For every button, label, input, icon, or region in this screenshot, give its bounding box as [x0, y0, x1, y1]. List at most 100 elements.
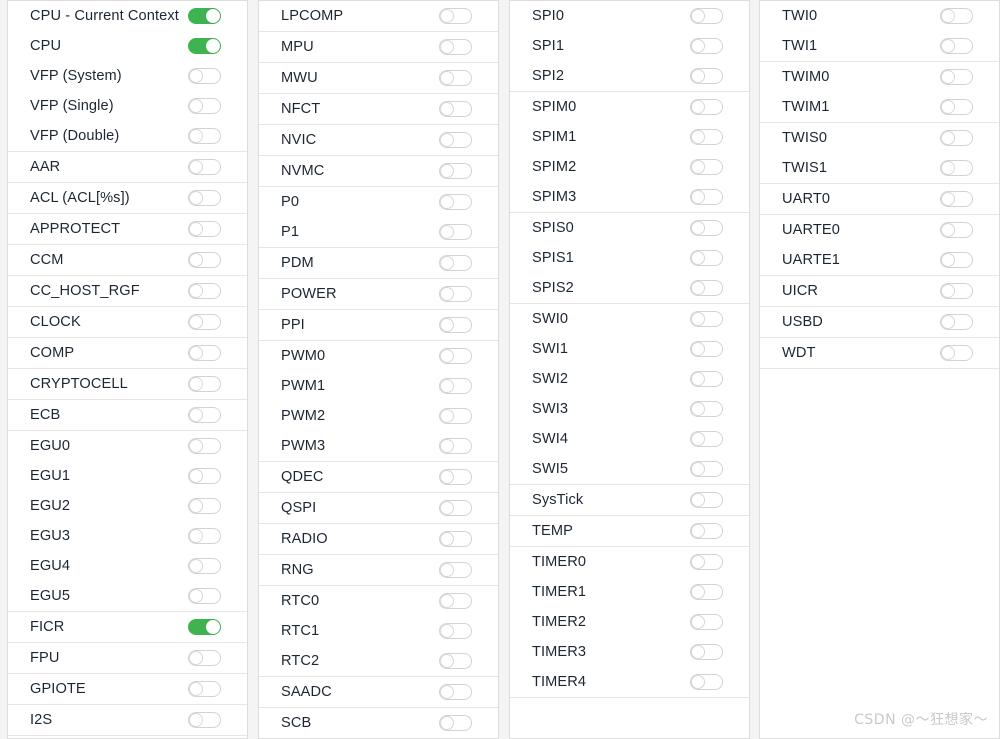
peripheral-toggle-row[interactable]: GPIOTE: [8, 674, 247, 704]
peripheral-toggle-row[interactable]: NFCT: [259, 94, 498, 124]
peripheral-toggle-row[interactable]: PWM3: [259, 431, 498, 461]
toggle-switch-icon[interactable]: [690, 644, 723, 660]
peripheral-toggle-row[interactable]: FICR: [8, 612, 247, 642]
toggle-switch-icon[interactable]: [188, 681, 221, 697]
peripheral-toggle-row[interactable]: SPIM1: [510, 122, 749, 152]
peripheral-toggle-row[interactable]: SWI4: [510, 424, 749, 454]
toggle-switch-icon[interactable]: [690, 280, 723, 296]
toggle-switch-icon[interactable]: [188, 619, 221, 635]
toggle-switch-icon[interactable]: [690, 674, 723, 690]
toggle-switch-icon[interactable]: [439, 623, 472, 639]
toggle-switch-icon[interactable]: [690, 614, 723, 630]
toggle-switch-icon[interactable]: [188, 38, 221, 54]
peripheral-toggle-row[interactable]: SWI0: [510, 304, 749, 334]
toggle-switch-icon[interactable]: [188, 159, 221, 175]
toggle-switch-icon[interactable]: [439, 8, 472, 24]
toggle-switch-icon[interactable]: [940, 191, 973, 207]
toggle-switch-icon[interactable]: [690, 99, 723, 115]
peripheral-toggle-row[interactable]: ECB: [8, 400, 247, 430]
toggle-switch-icon[interactable]: [188, 252, 221, 268]
toggle-switch-icon[interactable]: [940, 8, 973, 24]
peripheral-toggle-row[interactable]: SPI0: [510, 1, 749, 31]
peripheral-toggle-row[interactable]: VFP (Double): [8, 121, 247, 151]
toggle-switch-icon[interactable]: [439, 255, 472, 271]
toggle-switch-icon[interactable]: [690, 129, 723, 145]
peripheral-toggle-row[interactable]: QDEC: [259, 462, 498, 492]
peripheral-toggle-row[interactable]: SWI2: [510, 364, 749, 394]
peripheral-toggle-row[interactable]: PWM2: [259, 401, 498, 431]
toggle-switch-icon[interactable]: [439, 286, 472, 302]
toggle-switch-icon[interactable]: [690, 220, 723, 236]
peripheral-toggle-row[interactable]: TIMER1: [510, 577, 749, 607]
peripheral-toggle-row[interactable]: UARTE1: [760, 245, 999, 275]
peripheral-toggle-row[interactable]: TWIM0: [760, 62, 999, 92]
toggle-switch-icon[interactable]: [439, 317, 472, 333]
peripheral-toggle-row[interactable]: FPU: [8, 643, 247, 673]
toggle-switch-icon[interactable]: [188, 498, 221, 514]
peripheral-toggle-row[interactable]: UARTE0: [760, 215, 999, 245]
toggle-switch-icon[interactable]: [188, 650, 221, 666]
peripheral-toggle-row[interactable]: RTC0: [259, 586, 498, 616]
peripheral-toggle-row[interactable]: SCB: [259, 708, 498, 738]
toggle-switch-icon[interactable]: [188, 712, 221, 728]
peripheral-toggle-row[interactable]: SWI1: [510, 334, 749, 364]
toggle-switch-icon[interactable]: [690, 401, 723, 417]
peripheral-toggle-row[interactable]: EGU0: [8, 431, 247, 461]
toggle-switch-icon[interactable]: [188, 468, 221, 484]
toggle-switch-icon[interactable]: [940, 69, 973, 85]
peripheral-toggle-row[interactable]: SPIS2: [510, 273, 749, 303]
peripheral-toggle-row[interactable]: COMP: [8, 338, 247, 368]
toggle-switch-icon[interactable]: [940, 130, 973, 146]
toggle-switch-icon[interactable]: [188, 407, 221, 423]
peripheral-toggle-row[interactable]: TIMER4: [510, 667, 749, 697]
toggle-switch-icon[interactable]: [439, 500, 472, 516]
peripheral-toggle-row[interactable]: PPI: [259, 310, 498, 340]
peripheral-toggle-row[interactable]: SAADC: [259, 677, 498, 707]
peripheral-toggle-row[interactable]: SPIM2: [510, 152, 749, 182]
toggle-switch-icon[interactable]: [690, 8, 723, 24]
toggle-switch-icon[interactable]: [188, 68, 221, 84]
toggle-switch-icon[interactable]: [188, 345, 221, 361]
toggle-switch-icon[interactable]: [188, 588, 221, 604]
toggle-switch-icon[interactable]: [690, 250, 723, 266]
peripheral-toggle-row[interactable]: EGU4: [8, 551, 247, 581]
peripheral-toggle-row[interactable]: RNG: [259, 555, 498, 585]
toggle-switch-icon[interactable]: [940, 345, 973, 361]
toggle-switch-icon[interactable]: [690, 431, 723, 447]
peripheral-toggle-row[interactable]: PWM1: [259, 371, 498, 401]
peripheral-toggle-row[interactable]: CPU: [8, 31, 247, 61]
peripheral-toggle-row[interactable]: P1: [259, 217, 498, 247]
peripheral-toggle-row[interactable]: VFP (System): [8, 61, 247, 91]
toggle-switch-icon[interactable]: [940, 99, 973, 115]
toggle-switch-icon[interactable]: [439, 408, 472, 424]
peripheral-toggle-row[interactable]: USBD: [760, 307, 999, 337]
peripheral-toggle-row[interactable]: CCM: [8, 245, 247, 275]
peripheral-toggle-row[interactable]: RTC2: [259, 646, 498, 676]
toggle-switch-icon[interactable]: [690, 189, 723, 205]
toggle-switch-icon[interactable]: [940, 252, 973, 268]
peripheral-toggle-row[interactable]: P0: [259, 187, 498, 217]
toggle-switch-icon[interactable]: [439, 593, 472, 609]
toggle-switch-icon[interactable]: [690, 584, 723, 600]
toggle-switch-icon[interactable]: [690, 523, 723, 539]
peripheral-toggle-row[interactable]: TWIS0: [760, 123, 999, 153]
peripheral-toggle-row[interactable]: TIMER0: [510, 547, 749, 577]
peripheral-toggle-row[interactable]: ACL (ACL[%s]): [8, 183, 247, 213]
toggle-switch-icon[interactable]: [690, 492, 723, 508]
peripheral-toggle-row[interactable]: VFP (Single): [8, 91, 247, 121]
toggle-switch-icon[interactable]: [439, 531, 472, 547]
peripheral-toggle-row[interactable]: NVIC: [259, 125, 498, 155]
peripheral-toggle-row[interactable]: SPIS0: [510, 213, 749, 243]
peripheral-toggle-row[interactable]: TIMER2: [510, 607, 749, 637]
toggle-switch-icon[interactable]: [188, 283, 221, 299]
toggle-switch-icon[interactable]: [940, 314, 973, 330]
peripheral-toggle-row[interactable]: RADIO: [259, 524, 498, 554]
peripheral-toggle-row[interactable]: SWI5: [510, 454, 749, 484]
peripheral-toggle-row[interactable]: PDM: [259, 248, 498, 278]
toggle-switch-icon[interactable]: [940, 160, 973, 176]
toggle-switch-icon[interactable]: [690, 68, 723, 84]
peripheral-toggle-row[interactable]: AAR: [8, 152, 247, 182]
toggle-switch-icon[interactable]: [690, 159, 723, 175]
toggle-switch-icon[interactable]: [690, 38, 723, 54]
peripheral-toggle-row[interactable]: SPIM3: [510, 182, 749, 212]
